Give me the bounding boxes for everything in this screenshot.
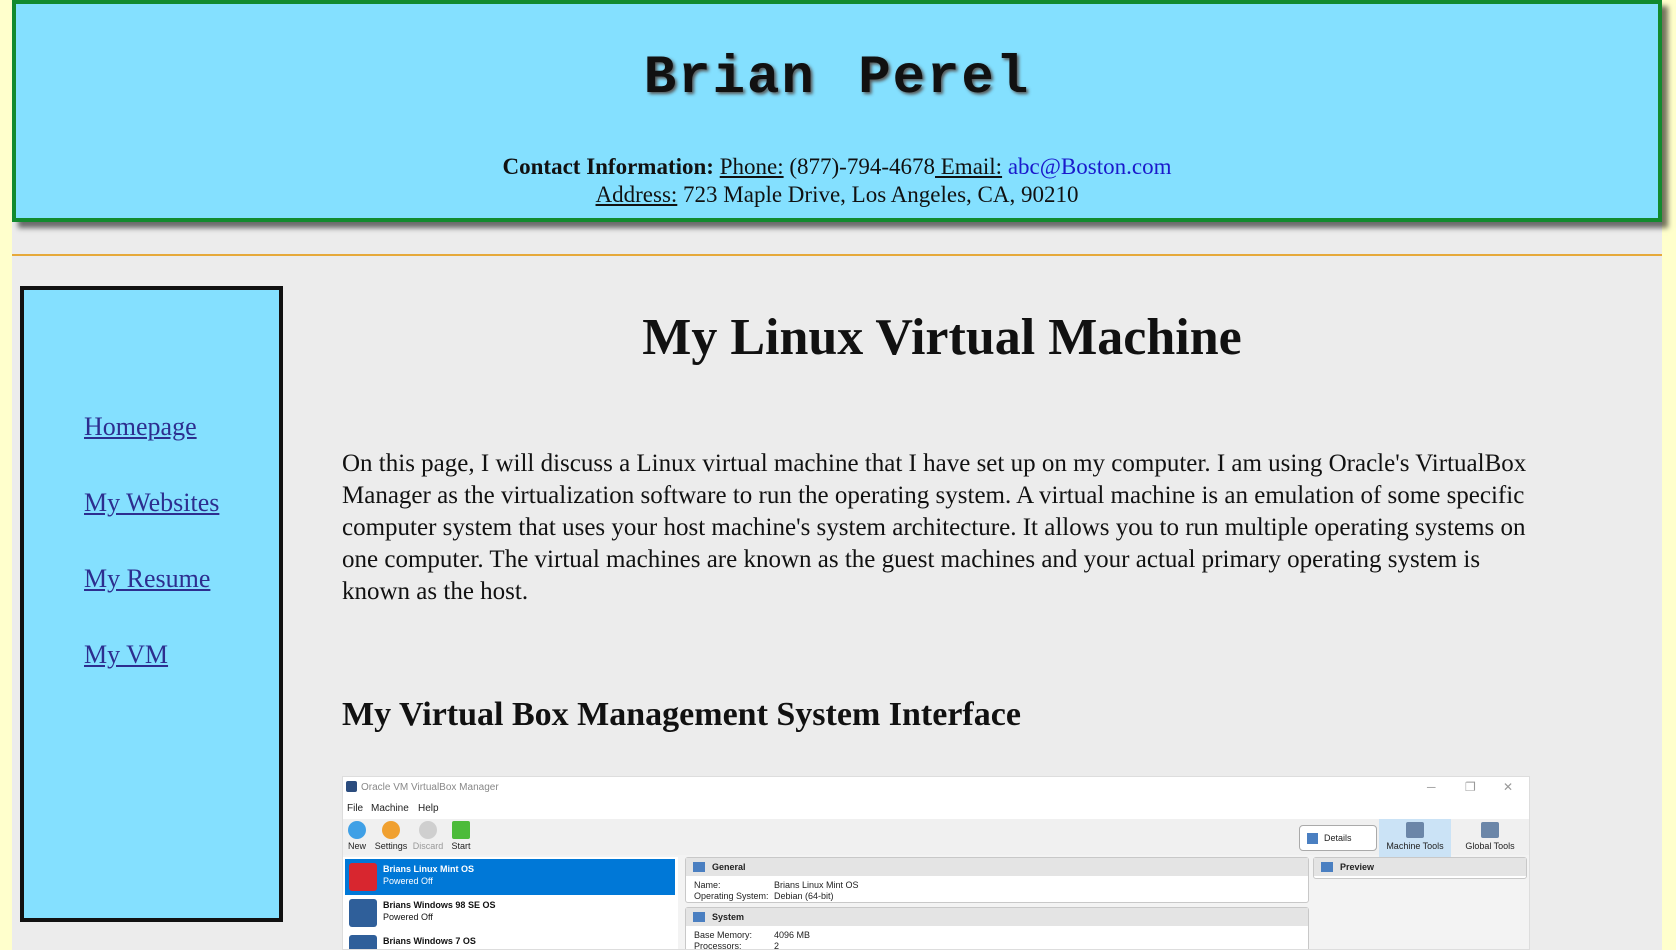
virtualbox-logo-icon xyxy=(346,781,357,792)
vm-list-item: Brians Windows 7 OS Powered Off xyxy=(345,931,675,949)
vbox-menubar: File Machine Help xyxy=(343,799,1529,819)
sidebar-item-my-resume[interactable]: My Resume xyxy=(84,564,210,594)
menu-file: File xyxy=(347,803,364,814)
address-value: 723 Maple Drive, Los Angeles, CA, 90210 xyxy=(677,182,1079,207)
contact-line: Contact Information: Phone: (877)-794-46… xyxy=(16,154,1658,180)
phone-label: Phone: xyxy=(719,154,784,179)
site-header: Brian Perel Contact Information: Phone: … xyxy=(12,0,1662,222)
hammer-icon xyxy=(1406,822,1424,838)
vbox-tool-settings: Settings xyxy=(371,819,411,851)
sidebar-item-homepage[interactable]: Homepage xyxy=(84,412,197,442)
sidebar-item-my-vm[interactable]: My VM xyxy=(84,640,168,670)
general-icon xyxy=(693,862,705,872)
sidebar-item-my-websites[interactable]: My Websites xyxy=(84,488,219,518)
vbox-titlebar: Oracle VM VirtualBox Manager ─ ❐ ✕ xyxy=(343,777,1529,799)
contact-label: Contact Information: xyxy=(502,154,714,179)
vbox-details-button: Details xyxy=(1299,825,1377,851)
windows-7-icon xyxy=(349,935,377,949)
email-label: Email: xyxy=(935,154,1003,179)
vbox-window-title: Oracle VM VirtualBox Manager xyxy=(361,782,499,793)
vbox-toolbar: New Settings Discard Start Details Machi… xyxy=(343,819,1529,857)
site-owner-name: Brian Perel xyxy=(643,48,1031,109)
header-divider xyxy=(12,254,1662,256)
start-icon xyxy=(452,821,470,839)
section-title: My Virtual Box Management System Interfa… xyxy=(342,696,1021,733)
vbox-preview-panel: Preview xyxy=(1313,857,1527,879)
vbox-vm-list: Brians Linux Mint OS Powered Off Brians … xyxy=(343,857,678,949)
global-tools-icon xyxy=(1481,822,1499,838)
preview-icon xyxy=(1321,862,1333,872)
details-icon xyxy=(1307,833,1318,844)
close-icon: ✕ xyxy=(1503,780,1514,794)
windows-98-icon xyxy=(349,899,377,927)
vbox-general-panel: General Name: Brians Linux Mint OS Operat… xyxy=(685,857,1309,903)
page-title: My Linux Virtual Machine xyxy=(642,309,1242,366)
linux-mint-icon xyxy=(349,863,377,891)
vbox-global-tools: Global Tools xyxy=(1455,819,1525,857)
vm-list-item: Brians Linux Mint OS Powered Off xyxy=(345,859,675,895)
address-label: Address: xyxy=(595,182,678,207)
address-line: Address: 723 Maple Drive, Los Angeles, C… xyxy=(16,182,1658,208)
minimize-icon: ─ xyxy=(1427,780,1436,794)
intro-paragraph: On this page, I will discuss a Linux vir… xyxy=(342,450,1527,605)
virtualbox-screenshot: Oracle VM VirtualBox Manager ─ ❐ ✕ File … xyxy=(342,776,1530,950)
phone-number: (877)-794-4678 xyxy=(783,154,935,179)
new-icon xyxy=(348,821,366,839)
sidebar-nav: Homepage My Websites My Resume My VM xyxy=(20,286,283,922)
vbox-tool-start: Start xyxy=(441,819,481,851)
menu-help: Help xyxy=(418,803,439,814)
menu-machine: Machine xyxy=(371,803,409,814)
vbox-machine-tools: Machine Tools xyxy=(1379,819,1451,857)
discard-icon xyxy=(419,821,437,839)
restore-icon: ❐ xyxy=(1465,780,1476,794)
settings-icon xyxy=(382,821,400,839)
vm-list-item: Brians Windows 98 SE OS Powered Off xyxy=(345,895,675,931)
vbox-system-panel: System Base Memory: 4096 MB Processors: 2 xyxy=(685,907,1309,949)
system-icon xyxy=(693,912,705,922)
email-link[interactable]: abc@Boston.com xyxy=(1002,154,1172,179)
